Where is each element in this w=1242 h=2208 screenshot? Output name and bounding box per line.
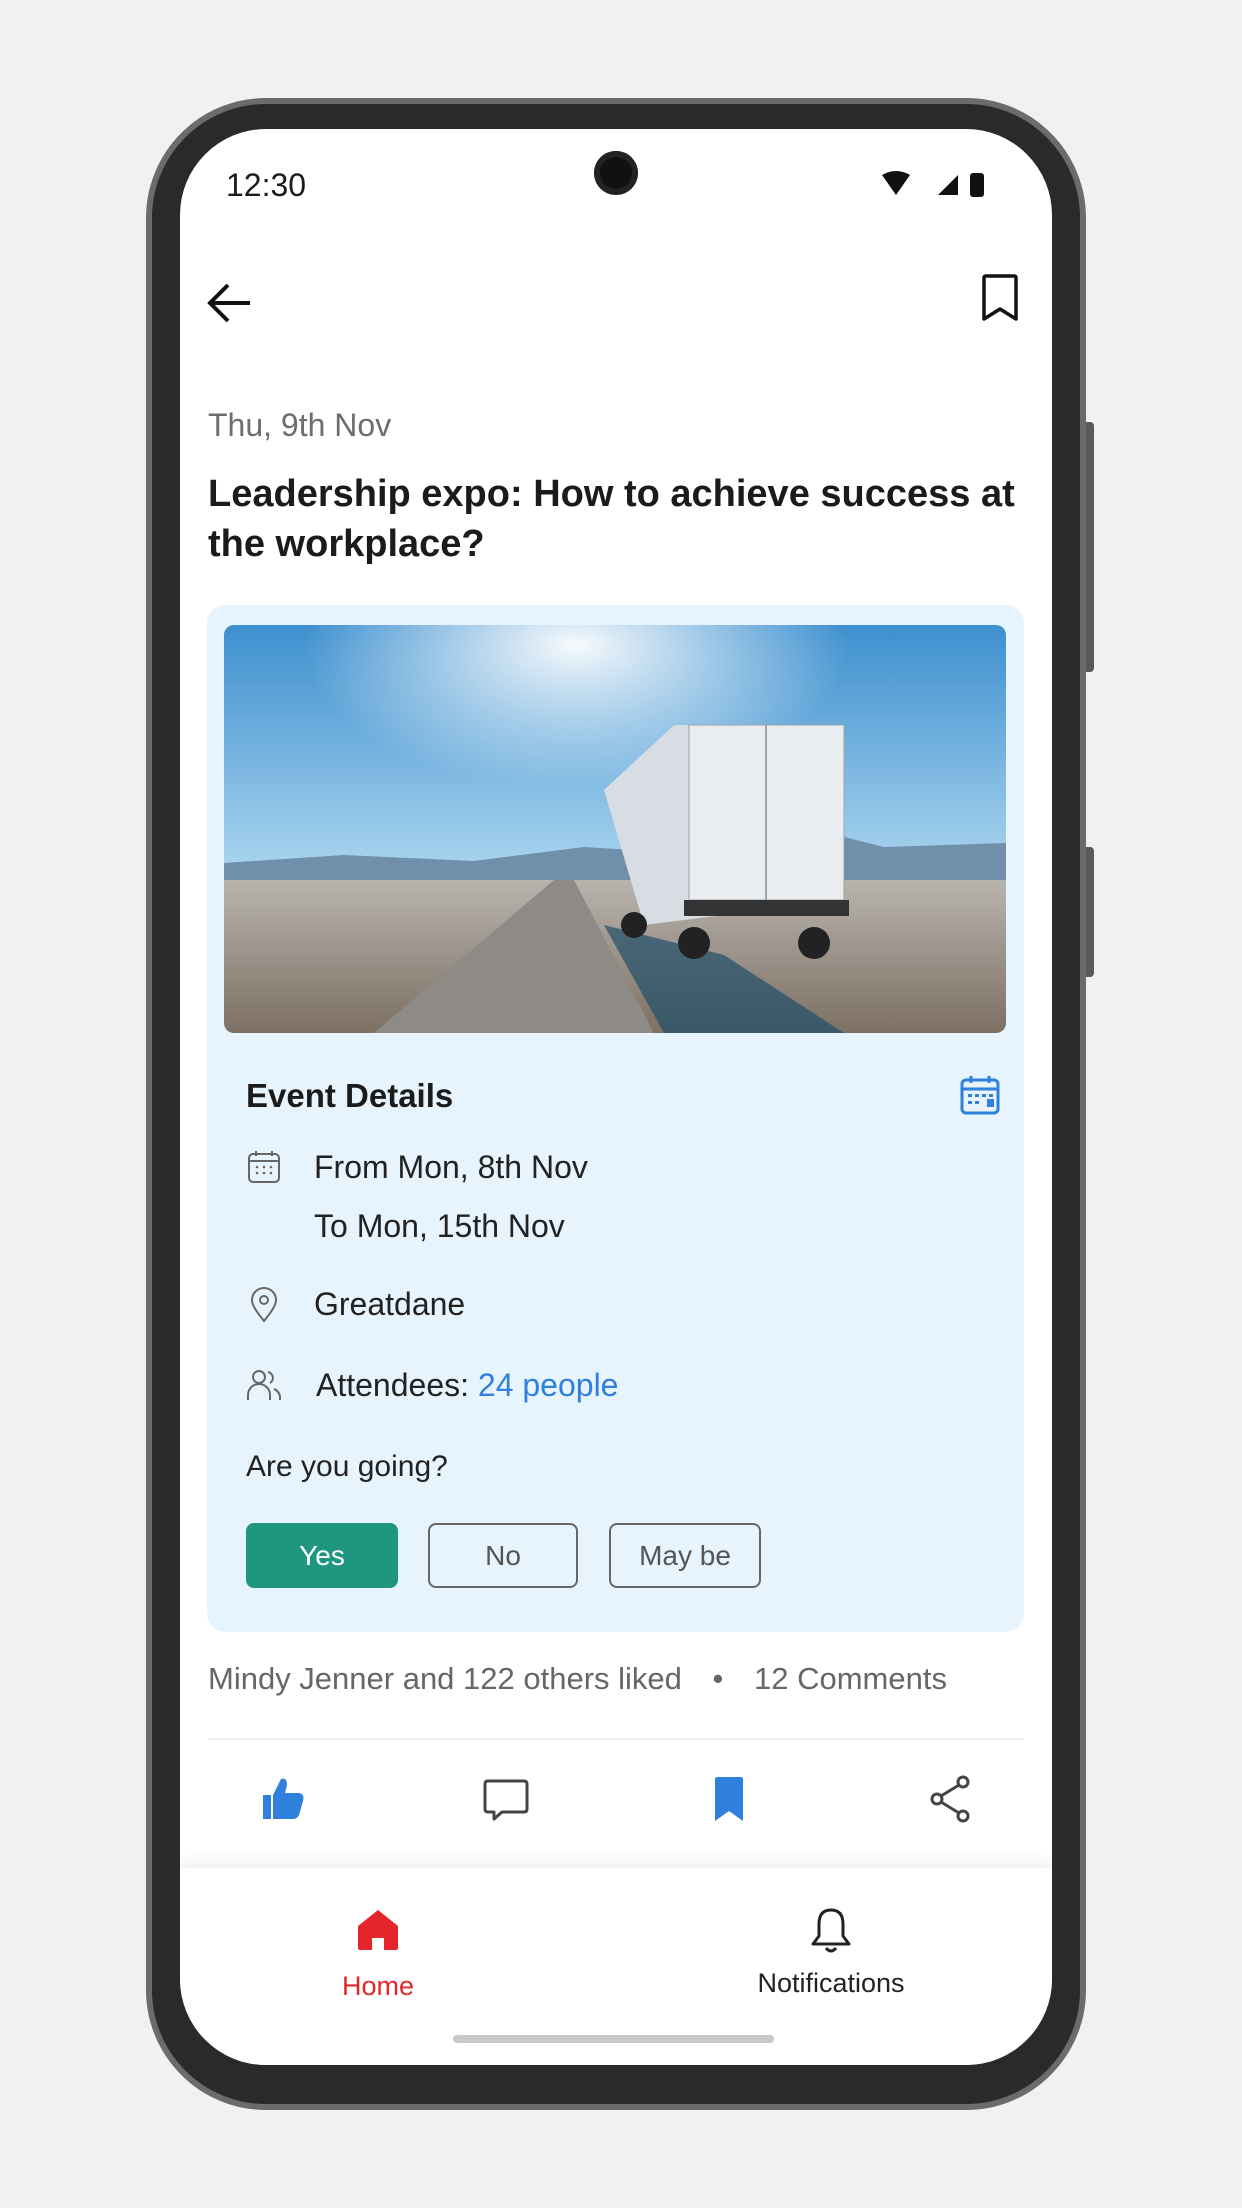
- event-from-date: From Mon, 8th Nov: [314, 1149, 588, 1185]
- rsvp-no-button[interactable]: No: [428, 1523, 578, 1588]
- bookmark-icon[interactable]: [980, 273, 1020, 323]
- volume-button: [1086, 847, 1094, 977]
- likes-text[interactable]: Mindy Jenner and 122 others liked: [208, 1661, 682, 1696]
- event-location: Greatdane: [314, 1286, 466, 1322]
- home-indicator[interactable]: [453, 2035, 774, 2043]
- engagement-summary: Mindy Jenner and 122 others liked • 12 C…: [208, 1661, 947, 1697]
- divider: [208, 1738, 1024, 1740]
- rsvp-yes-button[interactable]: Yes: [246, 1523, 398, 1588]
- like-icon[interactable]: [257, 1773, 309, 1825]
- share-icon[interactable]: [925, 1773, 977, 1825]
- home-icon: [358, 1910, 398, 1950]
- back-arrow-icon[interactable]: [206, 281, 254, 325]
- signal-icon: [938, 175, 958, 195]
- bookmark-filled-icon[interactable]: [703, 1773, 755, 1825]
- location-pin-icon: [250, 1287, 278, 1323]
- add-to-calendar-icon[interactable]: [959, 1074, 1001, 1116]
- calendar-icon: [248, 1151, 280, 1183]
- status-icons: [882, 171, 984, 197]
- attendees-row: Attendees: 24 people: [316, 1367, 618, 1404]
- screen: 12:30 Thu, 9th Nov Leadership expo: How …: [180, 129, 1052, 2065]
- event-card: Event Details From Mon, 8th Nov To Mon, …: [207, 605, 1024, 1632]
- nav-label-notifications: Notifications: [757, 1968, 905, 1998]
- bottom-nav: Home Notifications: [180, 1868, 1052, 2065]
- comment-icon[interactable]: [480, 1773, 532, 1825]
- event-to-date: To Mon, 15th Nov: [314, 1208, 565, 1244]
- power-button: [1086, 422, 1094, 672]
- front-camera: [594, 151, 638, 195]
- rsvp-maybe-button[interactable]: May be: [609, 1523, 761, 1588]
- post-date: Thu, 9th Nov: [208, 407, 392, 443]
- comments-count[interactable]: 12 Comments: [754, 1661, 947, 1696]
- wifi-icon: [882, 171, 910, 195]
- battery-icon: [970, 173, 984, 197]
- event-details-heading: Event Details: [246, 1077, 454, 1114]
- attendees-label: Attendees:: [316, 1367, 478, 1403]
- post-title: Leadership expo: How to achieve success …: [208, 473, 1015, 565]
- bell-icon: [811, 1908, 851, 1953]
- attendees-icon: [247, 1370, 281, 1400]
- nav-label-home: Home: [341, 1971, 415, 2001]
- attendees-link[interactable]: 24 people: [478, 1367, 619, 1403]
- event-image: [224, 625, 1006, 1033]
- separator-dot: •: [712, 1661, 724, 1696]
- status-time: 12:30: [226, 167, 307, 203]
- rsvp-question: Are you going?: [246, 1450, 448, 1483]
